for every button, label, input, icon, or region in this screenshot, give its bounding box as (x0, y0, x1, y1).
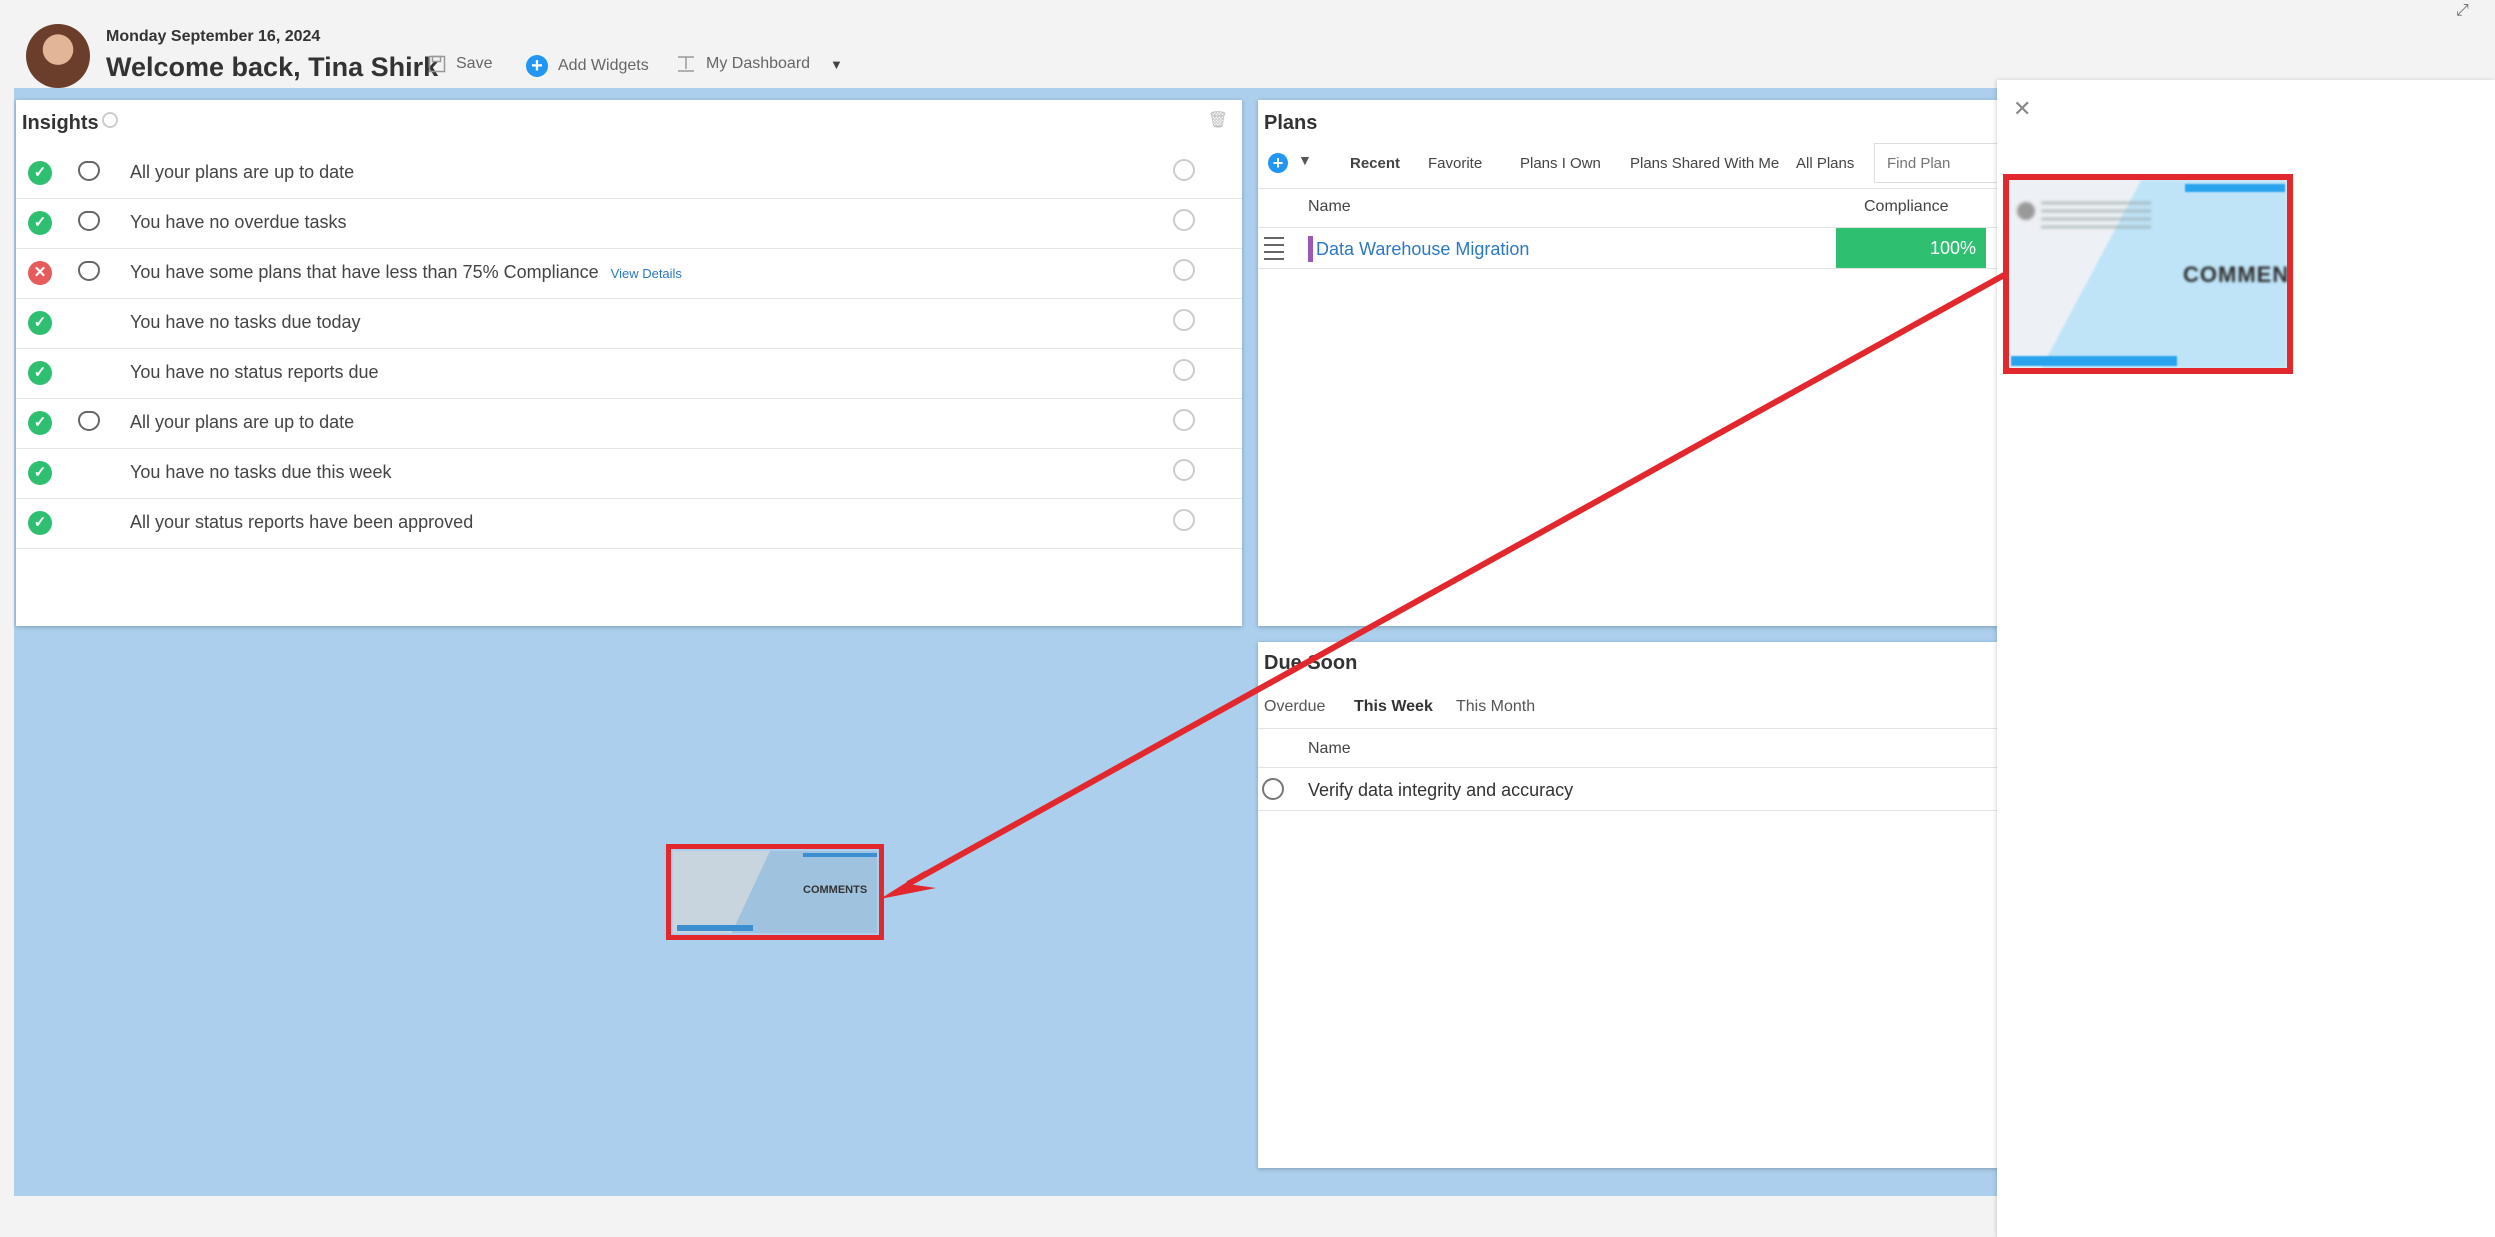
save-button[interactable]: Save (428, 55, 492, 73)
task-name[interactable]: Verify data integrity and accuracy (1308, 780, 1573, 801)
badge-icon (78, 161, 100, 181)
find-plan-input[interactable] (1874, 143, 1998, 183)
check-circle-icon: ✓ (28, 411, 52, 435)
chevron-down-icon[interactable]: ▼ (1298, 152, 1312, 168)
insight-row: ✓ You have no tasks due this week (16, 449, 1242, 499)
floppy-disk-icon (428, 55, 446, 73)
alarm-clock-icon[interactable] (1173, 509, 1195, 531)
add-plan-icon[interactable]: + (1268, 153, 1288, 173)
plans-title: Plans (1264, 112, 1318, 134)
insight-text: You have some plans that have less than … (130, 262, 599, 282)
add-widgets-label: Add Widgets (558, 57, 649, 74)
insights-widget: Insights 🗑 ✓ All your plans are up to dat… (16, 100, 1242, 626)
check-circle-icon: ✓ (28, 361, 52, 385)
insight-text: You have no tasks due this week (130, 462, 392, 482)
alarm-clock-icon[interactable] (1173, 309, 1195, 331)
divider (1258, 188, 1998, 189)
insight-text: You have no status reports due (130, 362, 379, 382)
column-header-name[interactable]: Name (1308, 740, 1351, 758)
insight-text: All your status reports have been approv… (130, 512, 474, 532)
compliance-value: 100% (1836, 228, 1986, 268)
dashboard-layout-icon (678, 56, 694, 72)
add-widgets-button[interactable]: + Add Widgets (526, 55, 649, 77)
insight-text: You have no overdue tasks (130, 212, 347, 232)
insight-row: ✓ All your status reports have been appro… (16, 499, 1242, 549)
check-circle-icon: ✓ (28, 511, 52, 535)
tab-overdue[interactable]: Overdue (1264, 698, 1325, 716)
dashboard-label: My Dashboard (706, 55, 811, 72)
tab-recent[interactable]: Recent (1350, 155, 1400, 172)
widget-gallery-panel: ✕ COMMENTS (1997, 80, 2495, 1237)
badge-icon (78, 411, 100, 431)
tab-this-month[interactable]: This Month (1456, 698, 1535, 716)
alarm-clock-icon[interactable] (1173, 359, 1195, 381)
view-details-link[interactable]: View Details (611, 266, 682, 281)
highlight-frame (2003, 174, 2293, 374)
tab-favorite[interactable]: Favorite (1428, 155, 1482, 172)
check-circle-icon: ✓ (28, 461, 52, 485)
insight-row: ✓ All your plans are up to date (16, 149, 1242, 199)
insight-row: ✓ You have no overdue tasks (16, 199, 1242, 249)
tab-this-week[interactable]: This Week (1354, 698, 1433, 716)
alarm-clock-icon[interactable] (1173, 409, 1195, 431)
insight-text: All your plans are up to date (130, 412, 355, 432)
row-menu-icon[interactable] (1264, 237, 1284, 265)
divider (1258, 268, 1998, 269)
alarm-clock-icon[interactable] (1173, 159, 1195, 181)
insight-text: All your plans are up to date (130, 162, 355, 182)
insight-row: ✓ You have no tasks due today (16, 299, 1242, 349)
close-icon[interactable]: ✕ (2013, 96, 2031, 122)
insight-message: You have no tasks due this week (130, 462, 392, 483)
badge-icon (78, 211, 100, 231)
tab-all-plans[interactable]: All Plans (1796, 155, 1854, 172)
trash-icon[interactable]: 🗑 (1208, 110, 1228, 130)
tab-plans-shared-with-me[interactable]: Plans Shared With Me (1630, 155, 1779, 172)
task-complete-checkbox[interactable] (1262, 778, 1284, 800)
chevron-down-icon: ▼ (830, 56, 843, 72)
avatar[interactable] (26, 24, 90, 88)
insight-message: You have no overdue tasks (130, 212, 347, 233)
column-header-name[interactable]: Name (1308, 198, 1351, 216)
insight-message: You have no tasks due today (130, 312, 361, 333)
alarm-clock-icon[interactable] (1173, 259, 1195, 281)
check-circle-icon: ✓ (28, 161, 52, 185)
due-soon-title: Due Soon (1264, 652, 1358, 674)
tab-plans-i-own[interactable]: Plans I Own (1520, 155, 1601, 172)
plan-color-marker (1308, 236, 1313, 262)
check-circle-icon: ✓ (28, 311, 52, 335)
due-soon-widget: Due Soon Overdue This Week This Month Na… (1258, 642, 1998, 1168)
error-circle-icon: ✕ (28, 261, 52, 285)
loading-spinner-icon (102, 112, 118, 128)
insight-row: ✓ All your plans are up to date (16, 399, 1242, 449)
divider (1258, 810, 1998, 811)
expand-icon[interactable]: ⤢ (2456, 2, 2469, 20)
highlight-frame (666, 844, 884, 940)
current-date: Monday September 16, 2024 (106, 28, 321, 45)
insight-row: ✕ You have some plans that have less than… (16, 249, 1242, 299)
insight-message: All your plans are up to date (130, 412, 354, 433)
save-label: Save (456, 55, 493, 72)
insight-message: You have some plans that have less than … (130, 262, 682, 283)
insight-message: All your plans are up to date (130, 162, 354, 183)
alarm-clock-icon[interactable] (1173, 459, 1195, 481)
plan-name-link[interactable]: Data Warehouse Migration (1316, 239, 1529, 260)
alarm-clock-icon[interactable] (1173, 209, 1195, 231)
insight-row: ✓ You have no status reports due (16, 349, 1242, 399)
badge-icon (78, 261, 100, 281)
insight-message: All your status reports have been approv… (130, 512, 473, 533)
divider (1258, 728, 1998, 729)
insights-title: Insights (22, 112, 99, 134)
column-header-compliance[interactable]: Compliance (1864, 198, 1948, 216)
dashboard-select[interactable]: My Dashboard ▼ (676, 55, 843, 73)
divider (1258, 767, 1998, 768)
plus-circle-icon: + (526, 55, 548, 77)
check-circle-icon: ✓ (28, 211, 52, 235)
insight-message: You have no status reports due (130, 362, 379, 383)
welcome-message: Welcome back, Tina Shirk (106, 52, 439, 82)
insight-text: You have no tasks due today (130, 312, 361, 332)
plans-widget: Plans + ▼ Recent Favorite Plans I Own Pl… (1258, 100, 1998, 626)
